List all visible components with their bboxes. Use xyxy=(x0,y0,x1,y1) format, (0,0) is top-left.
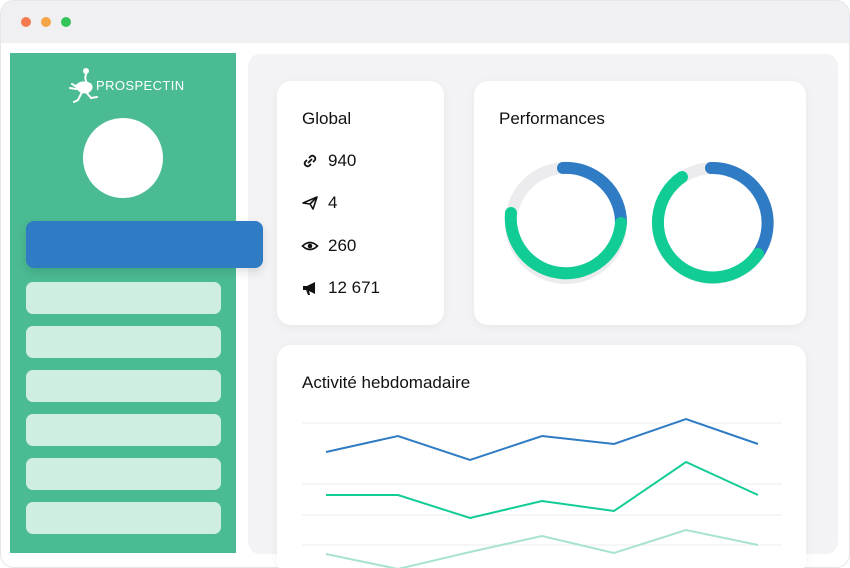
global-card-title: Global xyxy=(302,109,352,128)
sidebar-item[interactable] xyxy=(26,414,221,446)
sidebar-item[interactable] xyxy=(26,326,221,358)
sidebar-item[interactable] xyxy=(26,282,221,314)
performances-card: Performances xyxy=(474,81,806,325)
minimize-window-button[interactable] xyxy=(41,17,51,27)
donut-arc-primary xyxy=(705,161,774,260)
title-bar xyxy=(1,1,849,43)
send-icon xyxy=(301,194,319,212)
megaphone-icon xyxy=(301,279,319,297)
donut-chart-left xyxy=(504,161,628,284)
stat-value: 260 xyxy=(328,236,357,255)
sidebar-item-active[interactable] xyxy=(26,221,263,268)
stat-links: 940 xyxy=(301,151,356,171)
global-card: Global 940 4 260 12 671 xyxy=(277,81,444,325)
stat-value: 940 xyxy=(328,151,357,170)
stat-campaigns: 12 671 xyxy=(301,278,380,298)
weekly-activity-card: Activité hebdomadaire xyxy=(277,345,806,568)
stat-views: 260 xyxy=(301,236,356,256)
avatar[interactable] xyxy=(83,118,163,198)
stat-value: 4 xyxy=(328,193,338,212)
sidebar-item[interactable] xyxy=(26,502,221,534)
stat-value: 12 671 xyxy=(328,278,380,297)
maximize-window-button[interactable] xyxy=(61,17,71,27)
link-icon xyxy=(301,152,319,170)
donut-arc-primary xyxy=(557,161,628,229)
donut-arc-secondary xyxy=(651,171,764,284)
brand-name: PROSPECTIN xyxy=(96,78,185,93)
activity-series-green xyxy=(326,460,759,520)
activity-series-light xyxy=(325,528,759,568)
donut-arc-secondary xyxy=(504,207,627,280)
eye-icon xyxy=(301,237,319,255)
donut-chart-right xyxy=(651,161,774,284)
weekly-activity-chart xyxy=(302,417,782,568)
stat-messages: 4 xyxy=(301,193,337,213)
sidebar-item[interactable] xyxy=(26,458,221,490)
activity-series-blue xyxy=(325,417,759,462)
performance-donuts xyxy=(504,161,774,284)
close-window-button[interactable] xyxy=(21,17,31,27)
sidebar-item[interactable] xyxy=(26,370,221,402)
